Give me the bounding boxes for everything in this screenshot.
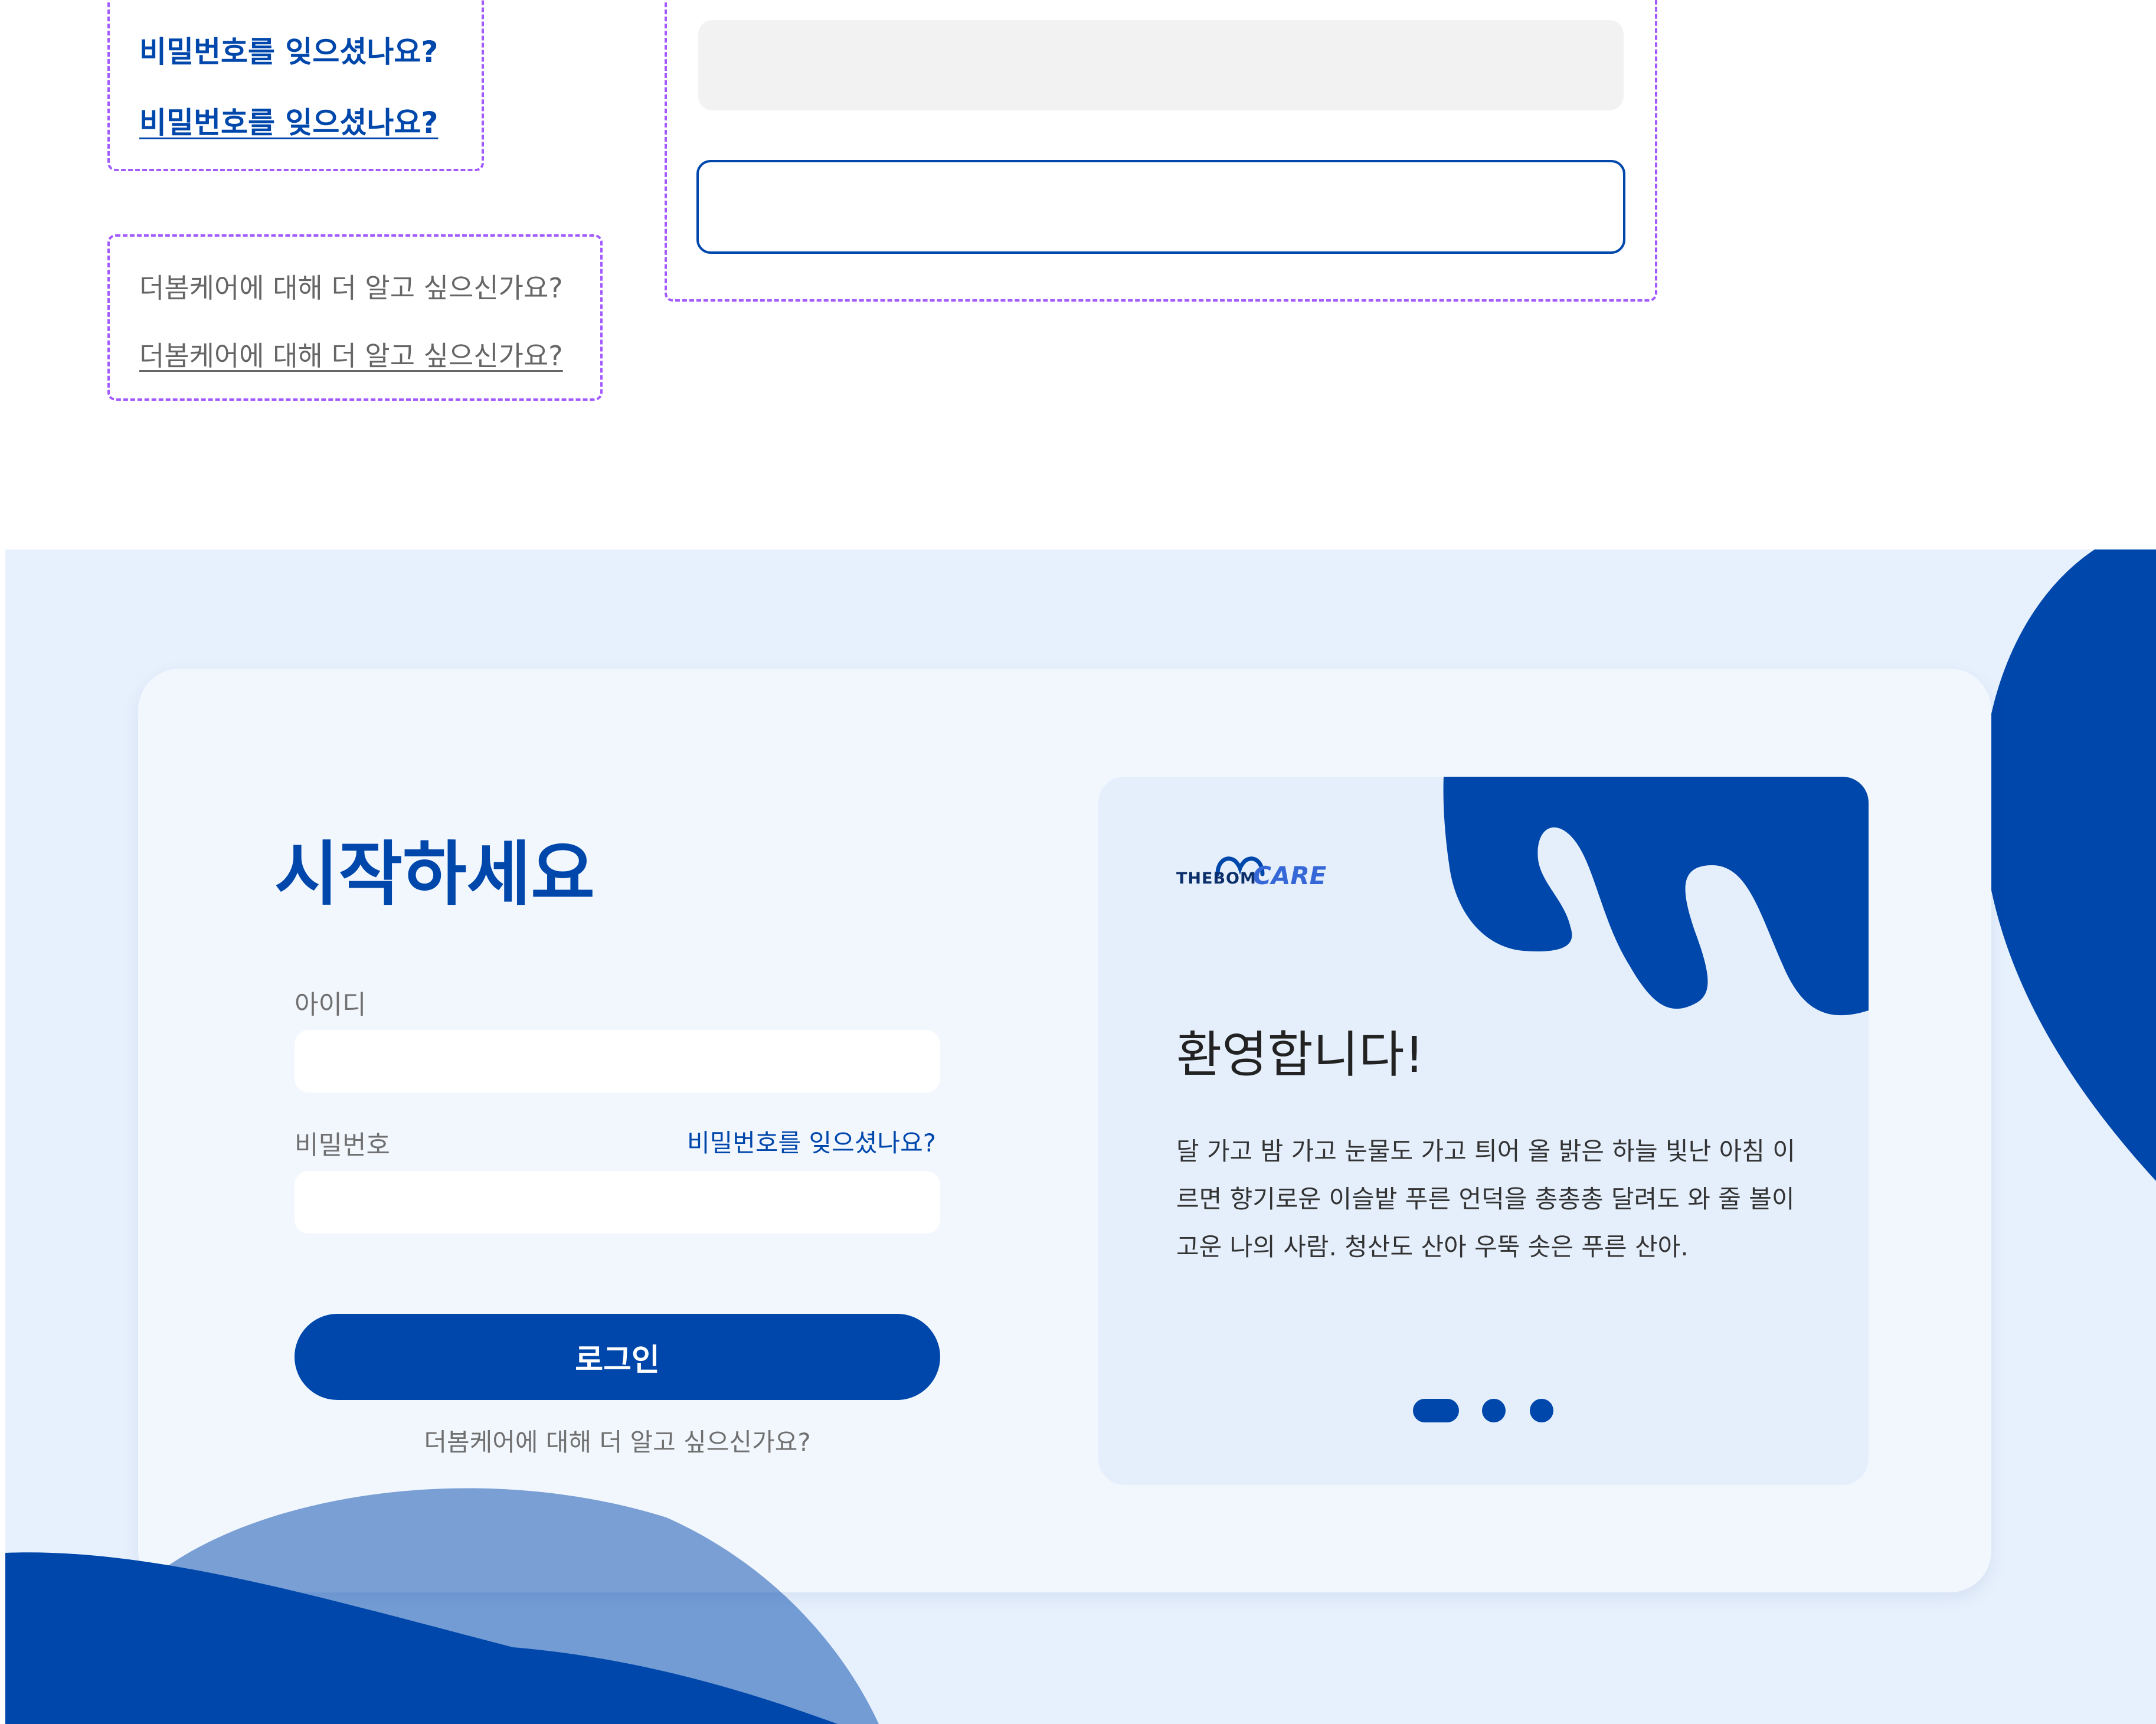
password-label: 비밀번호 [295,1130,390,1160]
id-label: 아이디 [295,990,367,1020]
password-input[interactable] [295,1171,940,1234]
welcome-text: 달 가고 밤 가고 눈물도 가고 틔어 올 밝은 하늘 빛난 아침 이르면 향기… [1176,1137,1795,1261]
slide-dot-2[interactable] [1482,1399,1506,1422]
welcome-title: 환영합니다! [1176,1026,1425,1084]
learn-link-hover[interactable]: 더봄케어에 대해 더 알고 싶으신가요? [139,335,563,374]
id-input[interactable] [295,1030,940,1092]
forgot-password-link[interactable]: 비밀번호를 잊으셨나요? [687,1123,936,1159]
logo-text-suffix: CARE [1253,861,1327,890]
page-title: 시작하세요 [274,833,595,915]
input-state-filled[interactable] [698,20,1624,110]
login-button-label: 로그인 [575,1342,660,1378]
forgot-link-default[interactable]: 비밀번호를 잊으셨나요? [139,28,438,71]
spec-box-forgot-links [107,0,484,171]
slide-dot-1[interactable] [1413,1399,1459,1422]
input-state-focused[interactable] [696,160,1625,254]
login-button[interactable]: 로그인 [295,1314,940,1400]
forgot-link-hover[interactable]: 비밀번호를 잊으셨나요? [139,99,438,142]
learn-more-link[interactable]: 더봄케어에 대해 더 알고 싶으신가요? [295,1422,940,1458]
spec-box-learn-links [107,234,603,401]
slide-dot-3[interactable] [1530,1399,1553,1422]
logo-text-prefix: THEBOM [1176,869,1257,888]
learn-link-default[interactable]: 더봄케어에 대해 더 알고 싶으신가요? [139,267,563,306]
